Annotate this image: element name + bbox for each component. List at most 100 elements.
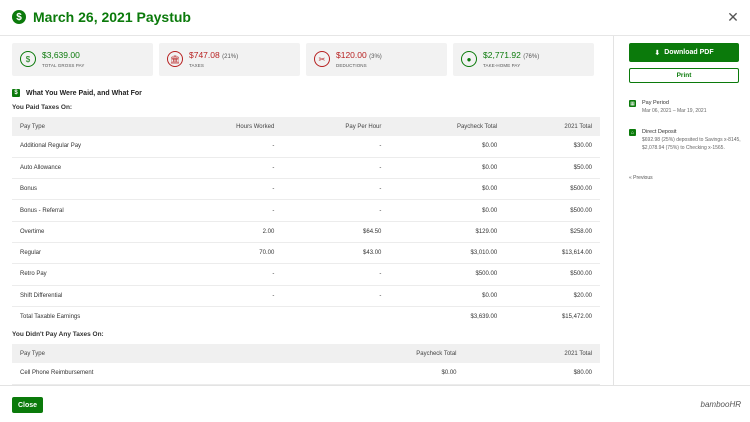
bank-icon: ⌂ [629,129,636,136]
table-cell: - [170,199,283,222]
table-cell: $0.00 [389,136,506,158]
table-cell: Cell Phone Reimbursement [12,363,290,385]
summary-card: $ $3,639.00 TOTAL GROSS PAY [12,43,153,76]
table-cell: Bonus - Referral [12,199,171,222]
table-cell: Overtime [12,221,171,243]
untaxed-heading: You Didn't Pay Any Taxes On: [12,331,104,338]
close-icon[interactable]: ✕ [726,10,740,24]
summary-percent: (3%) [369,54,382,60]
table-cell: Bonus [12,178,171,201]
table-cell: $500.00 [505,199,600,222]
column-header: 2021 Total [464,344,600,363]
table-cell: $500.00 [505,178,600,201]
summary-value: $120.00 (3%) [336,50,382,60]
government-building-icon: 🏛 [167,51,183,67]
table-cell: Auto Allowance [12,157,171,180]
table-cell: $500.00 [505,263,600,286]
taxed-heading: You Paid Taxes On: [12,104,73,111]
table-cell: $30.00 [505,136,600,158]
close-button[interactable]: Close [12,397,43,413]
summary-amount: $3,639.00 [42,50,80,60]
total-cell [171,306,283,327]
summary-percent: (76%) [523,54,540,60]
total-cell [282,306,389,327]
table-cell: $0.00 [389,199,506,222]
paystub-content[interactable]: $ $3,639.00 TOTAL GROSS PAY 🏛 $747.08 (21%) T… [0,36,612,385]
table-cell: Regular [12,242,171,265]
pay-period: ▦ Pay Period Mar 06, 2021 – Mar 19, 2021 [629,100,744,122]
download-pdf-button[interactable]: ⬇ Download PDF [629,43,739,62]
column-header: Paycheck Total [389,117,506,136]
column-header: Pay Type [12,117,171,136]
table-cell: $3,010.00 [389,242,506,265]
summary-amount: $120.00 [336,50,367,60]
deductions-icon: ✂ [314,51,330,67]
table-row: Overtime 2.00 $64.50 $129.00 $258.00 [12,221,600,243]
previous-link[interactable]: « Previous [629,175,653,181]
direct-deposit: ⌂ Direct Deposit $692.98 (25%) deposited… [629,129,744,169]
column-header: Paycheck Total [289,344,465,363]
table-cell: - [282,263,390,286]
table-cell: - [282,136,390,158]
table-cell: $0.00 [389,157,506,180]
modal-footer: Close bambooHR [0,385,750,422]
pay-period-value: Mar 06, 2021 – Mar 19, 2021 [642,108,707,114]
table-row: Shift Differential - - $0.00 $20.00 [12,285,600,307]
table-cell: Retro Pay [12,263,171,286]
column-header: Pay Per Hour [282,117,390,136]
table-cell: $0.00 [389,178,506,201]
table-cell: 70.00 [170,242,283,265]
table-cell: - [282,285,390,307]
print-button[interactable]: Print [629,68,739,83]
money-icon: $ [12,89,20,97]
summary-card: 🏛 $747.08 (21%) TAXES [159,43,300,76]
table-cell: - [282,199,390,222]
summary-card: ✂ $120.00 (3%) DEDUCTIONS [306,43,447,76]
table-cell: $20.00 [505,285,600,307]
page-title: March 26, 2021 Paystub [33,9,191,25]
table-cell: - [282,157,390,180]
summary-label: TAXES [189,63,204,68]
summary-label: DEDUCTIONS [336,63,367,68]
dollar-icon: $ [12,10,26,24]
table-row: Retro Pay - - $500.00 $500.00 [12,263,600,286]
section-title: $ What You Were Paid, and What For [12,89,142,97]
table-cell: $50.00 [505,157,600,180]
table-cell: - [170,263,283,286]
summary-value: $2,771.92 (76%) [483,50,539,60]
money-icon: $ [20,51,36,67]
total-cell: Total Taxable Earnings [20,314,81,321]
summary-amount: $2,771.92 [483,50,521,60]
table-cell: Additional Regular Pay [12,136,171,158]
summary-value: $747.08 (21%) [189,50,238,60]
table-cell: $13,614.00 [505,242,600,265]
total-cell: $15,472.00 [561,314,592,321]
table-cell: - [170,285,283,307]
summary-value: $3,639.00 [42,50,80,60]
table-row: Additional Regular Pay - - $0.00 $30.00 [12,136,600,158]
piggy-bank-icon: ● [461,51,477,67]
column-header: Hours Worked [170,117,283,136]
taxed-earnings-table: Pay Type Hours Worked Pay Per Hour Paycheck… [12,117,600,328]
table-cell: $80.00 [464,363,600,385]
summary-cards: $ $3,639.00 TOTAL GROSS PAY 🏛 $747.08 (21%) T… [12,43,594,76]
table-cell: - [170,136,283,158]
direct-deposit-title: Direct Deposit [642,129,677,135]
calendar-icon: ▦ [629,100,636,107]
table-row: Auto Allowance - - $0.00 $50.00 [12,157,600,180]
bamboohr-logo: bambooHR [700,400,741,409]
table-row: Cell Phone Reimbursement $0.00 $80.00 [12,363,600,385]
table-cell: $0.00 [289,363,465,385]
untaxed-earnings-table: Pay Type Paycheck Total 2021 Total Cell Ph… [12,344,600,385]
table-cell: $500.00 [389,263,506,286]
table-cell: $43.00 [282,242,390,265]
direct-deposit-value: $692.98 (25%) deposited to Savings x-814… [642,137,741,151]
column-header: Pay Type [12,344,290,363]
table-cell: $0.00 [389,285,506,307]
table-row: Bonus - - $0.00 $500.00 [12,178,600,201]
section-title-label: What You Were Paid, and What For [26,89,142,97]
total-cell: $3,639.00 [470,314,498,321]
column-header: 2021 Total [505,117,600,136]
total-row: Total Taxable Earnings $3,639.00 $15,472.0… [12,306,600,327]
table-cell: - [170,178,283,201]
